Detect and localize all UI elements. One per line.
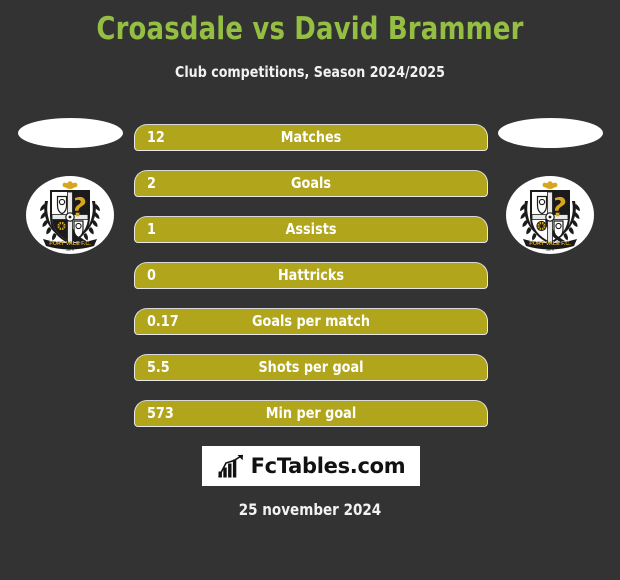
- fctables-brand-logo: FcTables.com: [202, 446, 420, 486]
- stat-label: Goals per match: [251, 312, 370, 330]
- stat-label: Goals: [290, 174, 331, 192]
- stat-row: 2 Goals: [134, 170, 488, 197]
- fctables-brand-text: FcTables.com: [250, 453, 406, 478]
- infographic-page: Croasdale vs David Brammer Club competit…: [0, 0, 620, 580]
- stat-label: Shots per goal: [258, 358, 364, 376]
- stat-row: 1 Assists: [134, 216, 488, 243]
- bar-chart-growth-icon: [217, 454, 243, 477]
- port-vale-fc-crest-icon: PORT VALE F.C. 1876: [40, 181, 100, 251]
- page-title: Croasdale vs David Brammer: [96, 11, 524, 47]
- stats-list: 12 Matches 2 Goals 1 Assists 0 Hattricks…: [134, 124, 488, 427]
- right-player-panel: PORT VALE F.C. 1876: [490, 118, 610, 254]
- stat-row: 5.5 Shots per goal: [134, 354, 488, 381]
- footer-date: 25 november 2024: [238, 500, 382, 519]
- svg-text:PORT VALE F.C.: PORT VALE F.C.: [49, 241, 91, 247]
- svg-text:1876: 1876: [546, 247, 554, 251]
- stat-label: Assists: [285, 220, 337, 238]
- stat-row: 0 Hattricks: [134, 262, 488, 289]
- port-vale-fc-crest-icon: PORT VALE F.C. 1876: [520, 181, 580, 251]
- stat-label: Hattricks: [277, 266, 345, 284]
- page-subtitle: Club competitions, Season 2024/2025: [175, 63, 445, 81]
- right-club-crest: PORT VALE F.C. 1876: [506, 176, 594, 254]
- stat-row: 12 Matches: [134, 124, 488, 151]
- stat-row: 573 Min per goal: [134, 400, 488, 427]
- left-player-photo-placeholder: [17, 118, 123, 148]
- right-player-photo-placeholder: [497, 118, 603, 148]
- left-club-crest: PORT VALE F.C. 1876: [26, 176, 114, 254]
- stat-row: 0.17 Goals per match: [134, 308, 488, 335]
- left-player-panel: PORT VALE F.C. 1876: [10, 118, 130, 254]
- svg-text:1876: 1876: [66, 247, 74, 251]
- svg-text:PORT VALE F.C.: PORT VALE F.C.: [529, 241, 571, 247]
- header: Croasdale vs David Brammer Club competit…: [0, 0, 620, 81]
- stat-label: Min per goal: [265, 404, 357, 422]
- stat-label: Matches: [280, 128, 342, 146]
